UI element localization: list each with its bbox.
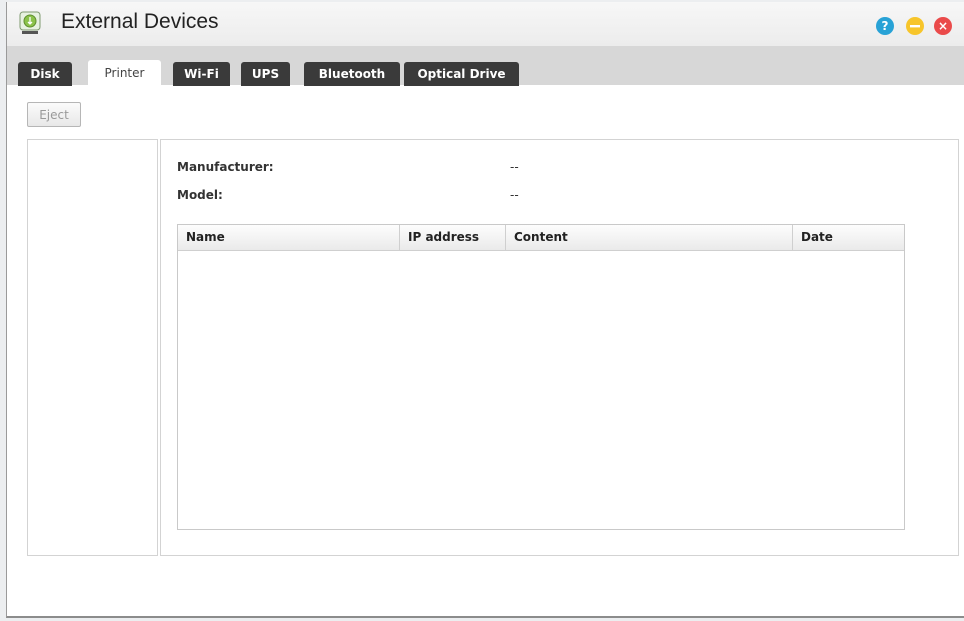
tab-optical-drive[interactable]: Optical Drive [404, 62, 519, 86]
column-header-name[interactable]: Name [178, 225, 400, 250]
minimize-button[interactable] [906, 17, 924, 35]
tab-wifi[interactable]: Wi-Fi [173, 62, 230, 86]
table-body [178, 251, 904, 529]
title-bar: External Devices ? × [7, 2, 964, 46]
external-devices-window: External Devices ? × Disk Printer Wi-Fi … [6, 2, 964, 618]
column-header-date[interactable]: Date [793, 225, 904, 250]
column-header-ip-address[interactable]: IP address [400, 225, 506, 250]
tab-printer[interactable]: Printer [88, 60, 161, 87]
model-label: Model: [177, 188, 223, 202]
help-icon: ? [881, 19, 889, 33]
table-header: Name IP address Content Date [178, 225, 904, 251]
device-tabs: Disk Printer Wi-Fi UPS Bluetooth Optical… [7, 46, 964, 87]
help-button[interactable]: ? [876, 17, 894, 35]
tab-bluetooth[interactable]: Bluetooth [304, 62, 400, 86]
print-jobs-table: Name IP address Content Date [177, 224, 905, 530]
manufacturer-value: -- [510, 160, 519, 174]
close-button[interactable]: × [934, 17, 952, 35]
manufacturer-label: Manufacturer: [177, 160, 274, 174]
minimize-icon [910, 25, 920, 28]
tab-ups[interactable]: UPS [241, 62, 290, 86]
eject-button[interactable]: Eject [27, 102, 81, 127]
column-header-content[interactable]: Content [506, 225, 793, 250]
external-devices-icon [19, 11, 41, 35]
model-value: -- [510, 188, 519, 202]
device-list-panel [27, 139, 158, 556]
window-title: External Devices [61, 10, 219, 33]
tab-disk[interactable]: Disk [18, 62, 72, 86]
close-icon: × [937, 19, 949, 33]
